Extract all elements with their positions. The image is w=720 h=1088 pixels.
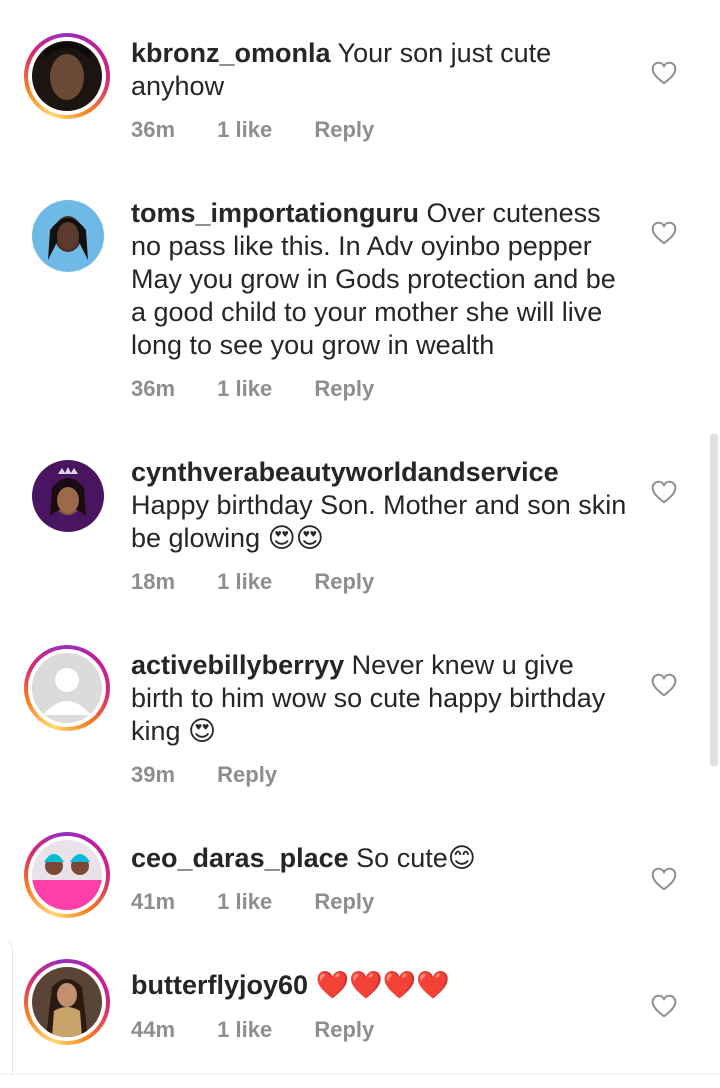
- avatar: [32, 460, 104, 532]
- avatar-wrap[interactable]: [32, 460, 104, 532]
- comment-time: 41m: [131, 889, 176, 914]
- reply-button[interactable]: Reply: [217, 762, 277, 788]
- comment-meta: 36m 1 like Reply: [131, 117, 410, 143]
- comment-meta: 44m 1 like Reply: [131, 1017, 410, 1043]
- avatar: [32, 200, 104, 272]
- reply-button[interactable]: Reply: [314, 376, 374, 402]
- comment-meta: 36m 1 like Reply: [131, 376, 410, 402]
- comment-username[interactable]: kbronz_omonla: [131, 38, 331, 68]
- heart-outline-icon[interactable]: [651, 221, 677, 245]
- comment-body: Happy birthday Son. Mother and son skin …: [131, 490, 627, 553]
- reply-button[interactable]: Reply: [314, 117, 374, 143]
- panel-edge: [0, 938, 13, 1074]
- reply-button[interactable]: Reply: [314, 1017, 374, 1043]
- comment-time: 44m: [131, 1017, 176, 1042]
- comment-body: So cute😊: [356, 843, 476, 873]
- comment-text: cynthverabeautyworldandservice Happy bir…: [131, 456, 631, 555]
- heart-outline-icon[interactable]: [651, 673, 677, 697]
- comment-body: ❤️❤️❤️❤️: [315, 970, 451, 1000]
- reply-button[interactable]: Reply: [314, 569, 374, 595]
- comment-meta: 18m 1 like Reply: [131, 569, 410, 595]
- comment-time: 36m: [131, 117, 176, 142]
- avatar-wrap[interactable]: [32, 200, 104, 272]
- comment-likes[interactable]: 1 like: [217, 889, 272, 915]
- reply-button[interactable]: Reply: [314, 889, 374, 915]
- comment-likes[interactable]: 1 like: [217, 376, 272, 402]
- heart-outline-icon[interactable]: [651, 480, 677, 504]
- comment-username[interactable]: activebillyberryy: [131, 650, 344, 680]
- avatar-story-ring[interactable]: [24, 832, 110, 918]
- heart-outline-icon[interactable]: [651, 867, 677, 891]
- comment-text: butterflyjoy60 ❤️❤️❤️❤️: [131, 969, 631, 1002]
- comment-meta: 39m Reply: [131, 762, 313, 788]
- comment-likes[interactable]: 1 like: [217, 117, 272, 143]
- comment-time: 18m: [131, 569, 176, 594]
- heart-outline-icon[interactable]: [651, 61, 677, 85]
- comment-time: 39m: [131, 762, 176, 787]
- comment-time: 36m: [131, 376, 176, 401]
- comment-meta: 41m 1 like Reply: [131, 889, 410, 915]
- avatar: [32, 840, 102, 910]
- comment-likes[interactable]: 1 like: [217, 569, 272, 595]
- comment-username[interactable]: cynthverabeautyworldandservice: [131, 457, 559, 487]
- avatar-story-ring[interactable]: [24, 959, 110, 1045]
- avatar-story-ring[interactable]: [24, 645, 110, 731]
- avatar: [32, 653, 102, 723]
- comment-username[interactable]: ceo_daras_place: [131, 843, 349, 873]
- comment-likes[interactable]: 1 like: [217, 1017, 272, 1043]
- comment-username[interactable]: toms_importationguru: [131, 198, 419, 228]
- comment-username[interactable]: butterflyjoy60: [131, 970, 308, 1000]
- comment-text: toms_importationguru Over cuteness no pa…: [131, 197, 631, 362]
- avatar: [32, 41, 102, 111]
- comment-text: ceo_daras_place So cute😊: [131, 842, 631, 875]
- comment-text: kbronz_omonla Your son just cute anyhow: [131, 37, 631, 103]
- divider: [0, 1074, 720, 1075]
- heart-outline-icon[interactable]: [651, 994, 677, 1018]
- comment-text: activebillyberryy Never knew u give birt…: [131, 649, 631, 748]
- avatar-story-ring[interactable]: [24, 33, 110, 119]
- scrollbar-thumb[interactable]: [710, 434, 718, 766]
- avatar: [32, 967, 102, 1037]
